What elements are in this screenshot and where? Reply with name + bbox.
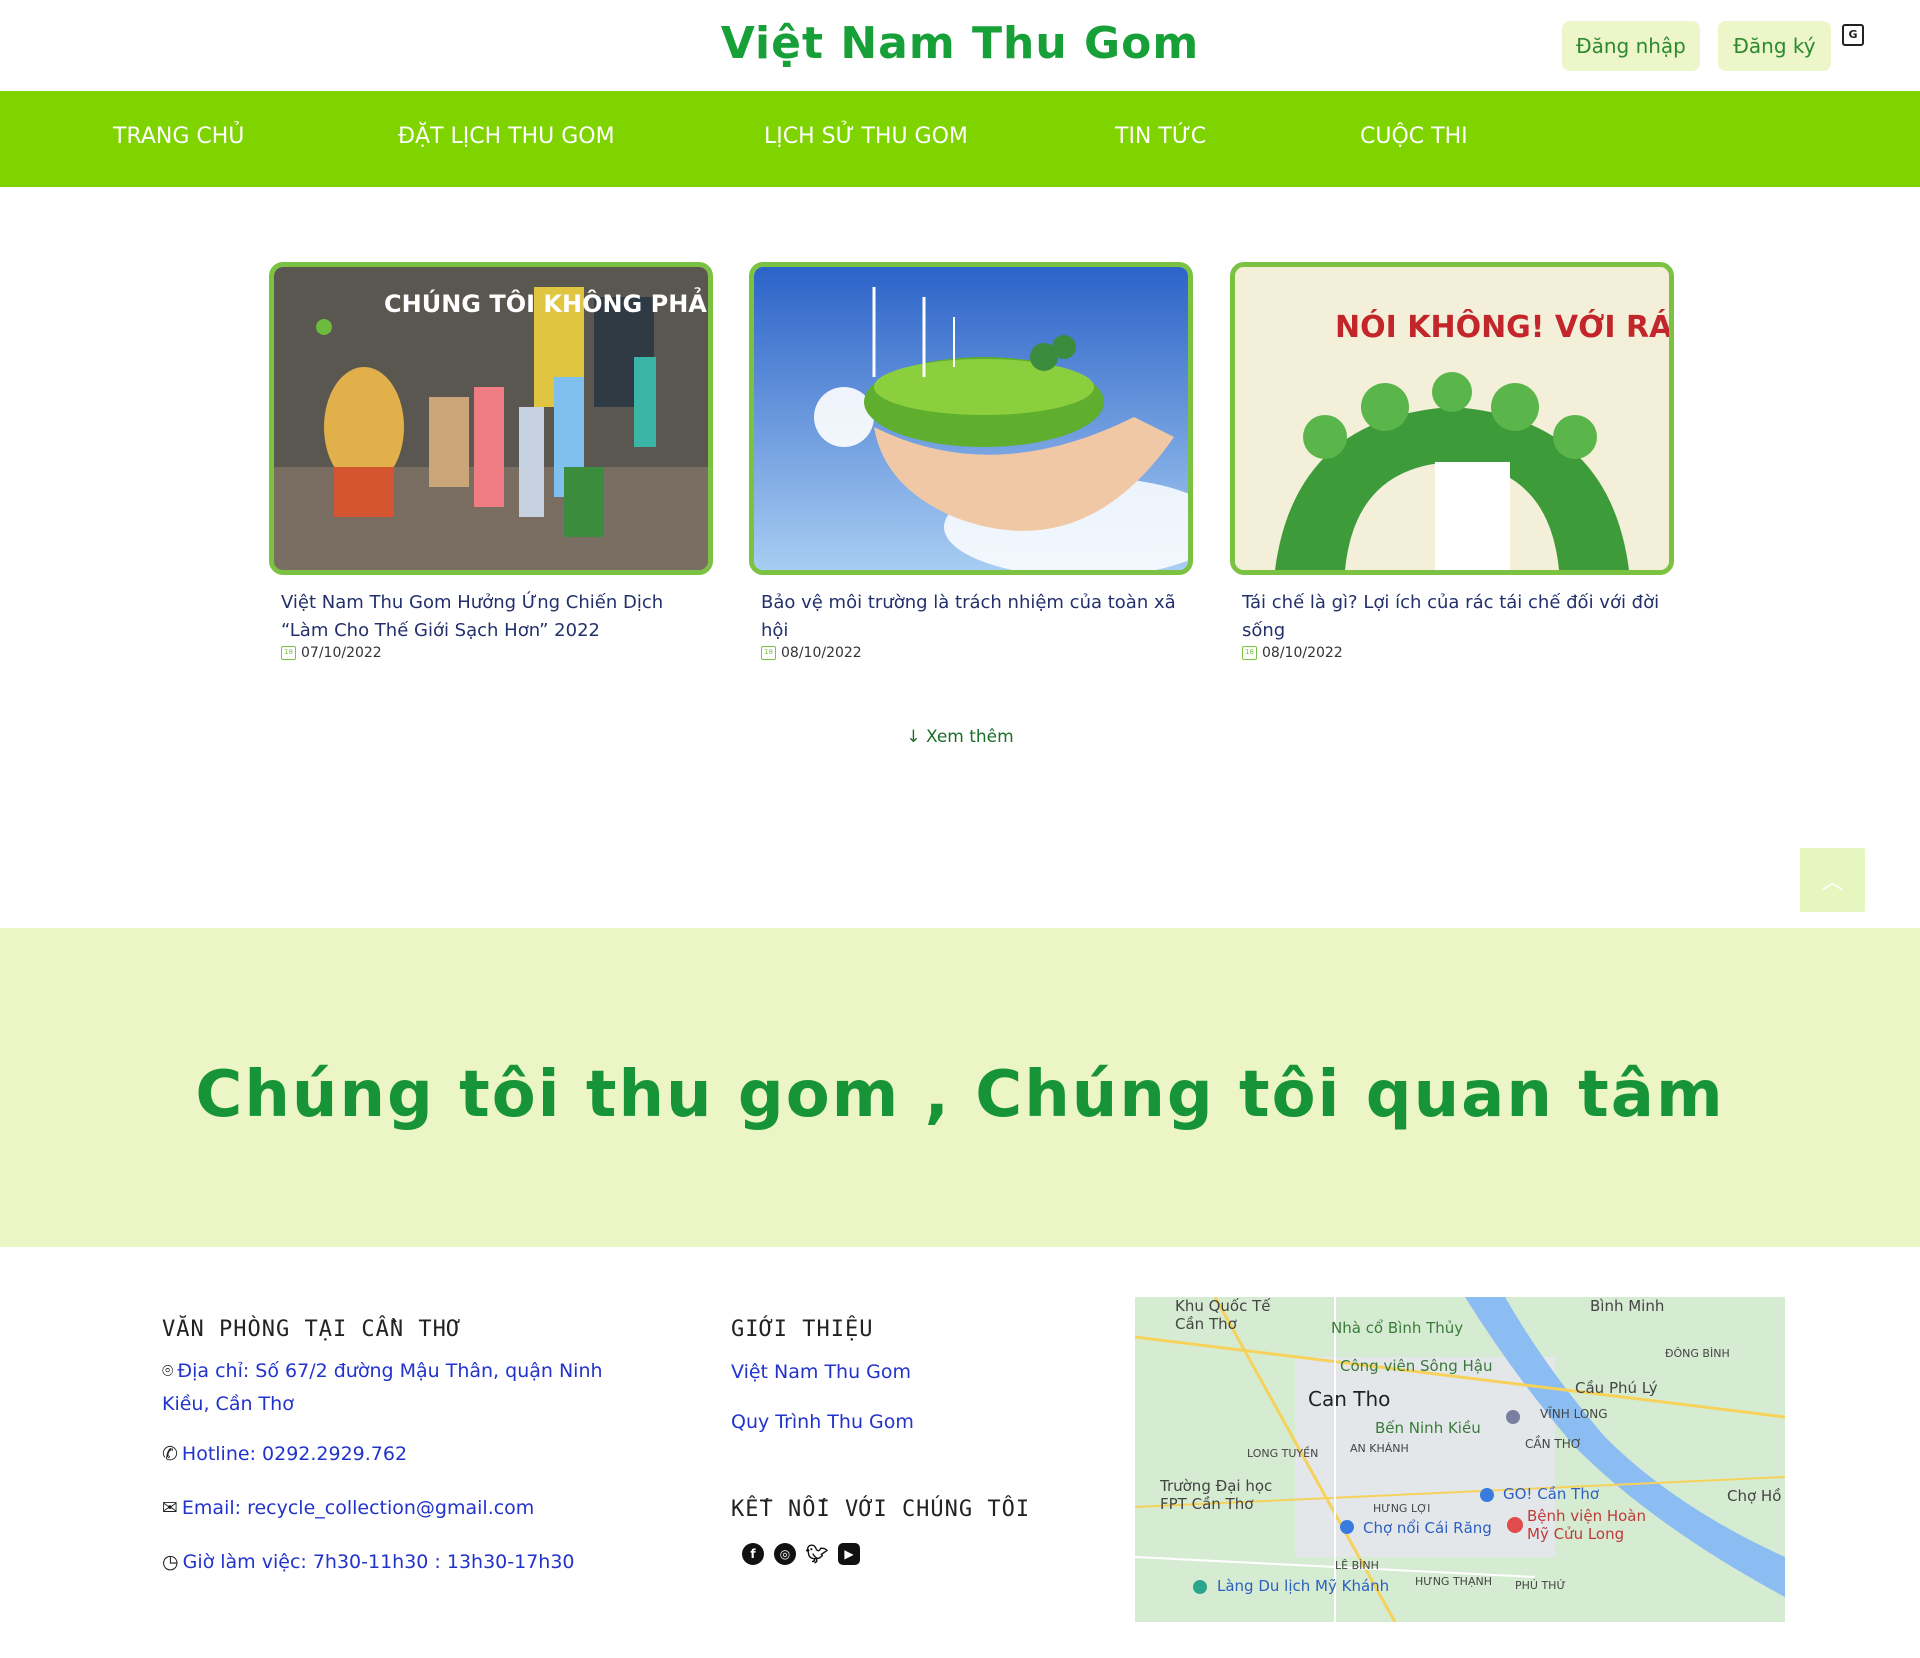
address-text: Địa chỉ: Số 67/2 đường Mậu Thân, quận Ni…	[162, 1360, 603, 1415]
map-label-long-tuyen: LONG TUYỀN	[1247, 1447, 1319, 1460]
news-card-date-text: 08/10/2022	[781, 645, 862, 661]
news-card-image[interactable]	[749, 262, 1193, 575]
clock-icon: ◷	[162, 1551, 179, 1573]
office-heading: VĂN PHÒNG TẠI CẦN THƠ	[162, 1317, 462, 1342]
hours-line: ◷ Giờ làm việc: 7h30-11h30 : 13h30-17h30	[162, 1546, 575, 1579]
nav-item-schedule[interactable]: ĐẶT LỊCH THU GOM	[398, 124, 615, 149]
translate-icon[interactable]: G	[1842, 24, 1864, 46]
email-line[interactable]: ✉ Email: recycle_collection@gmail.com	[162, 1492, 534, 1525]
map-label-cong-vien: Công viên Sông Hậu	[1340, 1357, 1493, 1375]
chevron-up-icon: ︿	[1821, 870, 1844, 895]
news-card-date: 18 08/10/2022	[749, 645, 1193, 661]
calendar-icon: 18	[761, 646, 776, 660]
map-label-le-binh: LÊ BÌNH	[1335, 1559, 1379, 1572]
map-label-fpt: Trường Đại học FPT Cần Thơ	[1160, 1477, 1273, 1513]
twitter-icon[interactable]: 🐦︎	[806, 1543, 829, 1565]
news-card-image[interactable]: NÓI KHÔNG! VỚI RÁC THẢI NHỰA	[1230, 262, 1674, 575]
news-card-title[interactable]: Việt Nam Thu Gom Hưởng Ứng Chiến Dịch “L…	[269, 589, 713, 645]
map-label-hung-loi: HƯNG LỢI	[1373, 1502, 1431, 1515]
map-label-ben-ninh-kieu: Bến Ninh Kiều	[1375, 1419, 1481, 1437]
social-links: f ◎ 🐦︎ ▶	[742, 1543, 860, 1565]
map-label-phu-thu: PHÚ THỨ	[1515, 1579, 1566, 1592]
slogan-band: Chúng tôi thu gom , Chúng tôi quan tâm	[0, 928, 1920, 1247]
intro-heading: GIỚI THIỆU	[731, 1317, 874, 1342]
card-image-text-3: NÓI KHÔNG! VỚI RÁC THẢI NHỰA	[1335, 306, 1669, 345]
nav-item-news[interactable]: TIN TỨC	[1115, 124, 1206, 149]
map-label-vinh-long: VĨNH LONG	[1540, 1407, 1608, 1421]
back-to-top-button[interactable]: ︿	[1800, 848, 1865, 912]
connect-heading: KẾT NỐI VỚI CHÚNG TÔI	[731, 1497, 1031, 1522]
map-label-quoc-te: Khu Quốc Tế Cần Thơ	[1175, 1297, 1271, 1333]
nav-item-history[interactable]: LỊCH SỬ THU GOM	[764, 124, 968, 149]
news-card-image[interactable]: CHÚNG TÔI KHÔNG PHẢI LÀ RÁC	[269, 262, 713, 575]
intro-link-about[interactable]: Việt Nam Thu Gom	[731, 1356, 911, 1389]
youtube-icon[interactable]: ▶	[838, 1543, 860, 1565]
news-card-date-text: 07/10/2022	[301, 645, 382, 661]
address-line[interactable]: ⌾ Địa chỉ: Số 67/2 đường Mậu Thân, quận N…	[162, 1355, 652, 1421]
news-card-title[interactable]: Bảo vệ môi trường là trách nhiệm của toà…	[749, 589, 1193, 645]
map-label-can-tho: Can Tho	[1308, 1387, 1391, 1411]
register-button[interactable]: Đăng ký	[1718, 21, 1831, 71]
news-card[interactable]: Bảo vệ môi trường là trách nhiệm của toà…	[749, 262, 1193, 661]
map-label-my-khanh: Làng Du lịch Mỹ Khánh	[1217, 1577, 1390, 1595]
map-label-benh-vien: Bệnh viện Hoàn Mỹ Cửu Long	[1527, 1507, 1647, 1543]
map-label-binh-minh: Bình Minh	[1590, 1297, 1665, 1315]
map-label-nha-co: Nhà cổ Bình Thủy	[1331, 1319, 1464, 1337]
map-pin-icon: ⌾	[162, 1360, 174, 1382]
instagram-icon[interactable]: ◎	[774, 1543, 796, 1565]
card-image-text-1: CHÚNG TÔI KHÔNG PHẢI LÀ RÁC	[384, 285, 708, 318]
map-label-can-tho-region: CẦN THƠ	[1525, 1437, 1582, 1451]
arrow-down-icon: ↓	[906, 727, 921, 747]
location-map[interactable]: Can Tho Bình Minh Nhà cổ Bình Thủy Công …	[1135, 1297, 1785, 1622]
login-button[interactable]: Đăng nhập	[1562, 21, 1700, 71]
main-nav: TRANG CHỦ ĐẶT LỊCH THU GOM LỊCH SỬ THU G…	[0, 91, 1920, 187]
nav-item-contest[interactable]: CUỘC THI	[1360, 124, 1468, 149]
news-card[interactable]: CHÚNG TÔI KHÔNG PHẢI LÀ RÁC Việt Nam Thu…	[269, 262, 713, 661]
calendar-icon: 18	[281, 646, 296, 660]
news-card[interactable]: NÓI KHÔNG! VỚI RÁC THẢI NHỰA Tái chế là …	[1230, 262, 1674, 661]
map-label-go: GO! Cần Thơ	[1503, 1485, 1599, 1503]
mail-icon: ✉	[162, 1497, 178, 1519]
map-label-cho-ho: Chợ Hồ	[1727, 1487, 1782, 1505]
top-header: Việt Nam Thu Gom Đăng nhập Đăng ký G	[0, 0, 1920, 91]
news-card-title[interactable]: Tái chế là gì? Lợi ích của rác tái chế đ…	[1230, 589, 1674, 645]
map-label-hung-thanh: HƯNG THẠNH	[1415, 1575, 1492, 1588]
hours-text: Giờ làm việc: 7h30-11h30 : 13h30-17h30	[182, 1551, 575, 1573]
news-card-date: 18 07/10/2022	[269, 645, 713, 661]
calendar-icon: 18	[1242, 646, 1257, 660]
footer: VĂN PHÒNG TẠI CẦN THƠ ⌾ Địa chỉ: Số 67/2 …	[0, 1247, 1920, 1658]
see-more-link[interactable]: ↓ Xem thêm	[0, 727, 1920, 747]
facebook-icon[interactable]: f	[742, 1543, 764, 1565]
slogan-text: Chúng tôi thu gom , Chúng tôi quan tâm	[195, 1058, 1725, 1132]
map-label-cho-noi: Chợ nổi Cái Răng	[1363, 1519, 1492, 1537]
phone-icon: ✆	[162, 1443, 178, 1465]
email-text: Email: recycle_collection@gmail.com	[181, 1497, 535, 1519]
nav-item-home[interactable]: TRANG CHỦ	[113, 124, 244, 149]
hotline-text: Hotline: 0292.2929.762	[181, 1443, 408, 1465]
see-more-label: Xem thêm	[925, 727, 1014, 747]
news-card-date-text: 08/10/2022	[1262, 645, 1343, 661]
map-label-dong-binh: ĐÔNG BÌNH	[1665, 1347, 1730, 1360]
news-card-date: 18 08/10/2022	[1230, 645, 1674, 661]
map-label-cau-phu-ly: Cầu Phú Lý	[1575, 1379, 1658, 1397]
map-label-an-khanh: AN KHÁNH	[1350, 1442, 1409, 1455]
hotline-line[interactable]: ✆ Hotline: 0292.2929.762	[162, 1438, 407, 1471]
intro-link-process[interactable]: Quy Trình Thu Gom	[731, 1406, 914, 1439]
